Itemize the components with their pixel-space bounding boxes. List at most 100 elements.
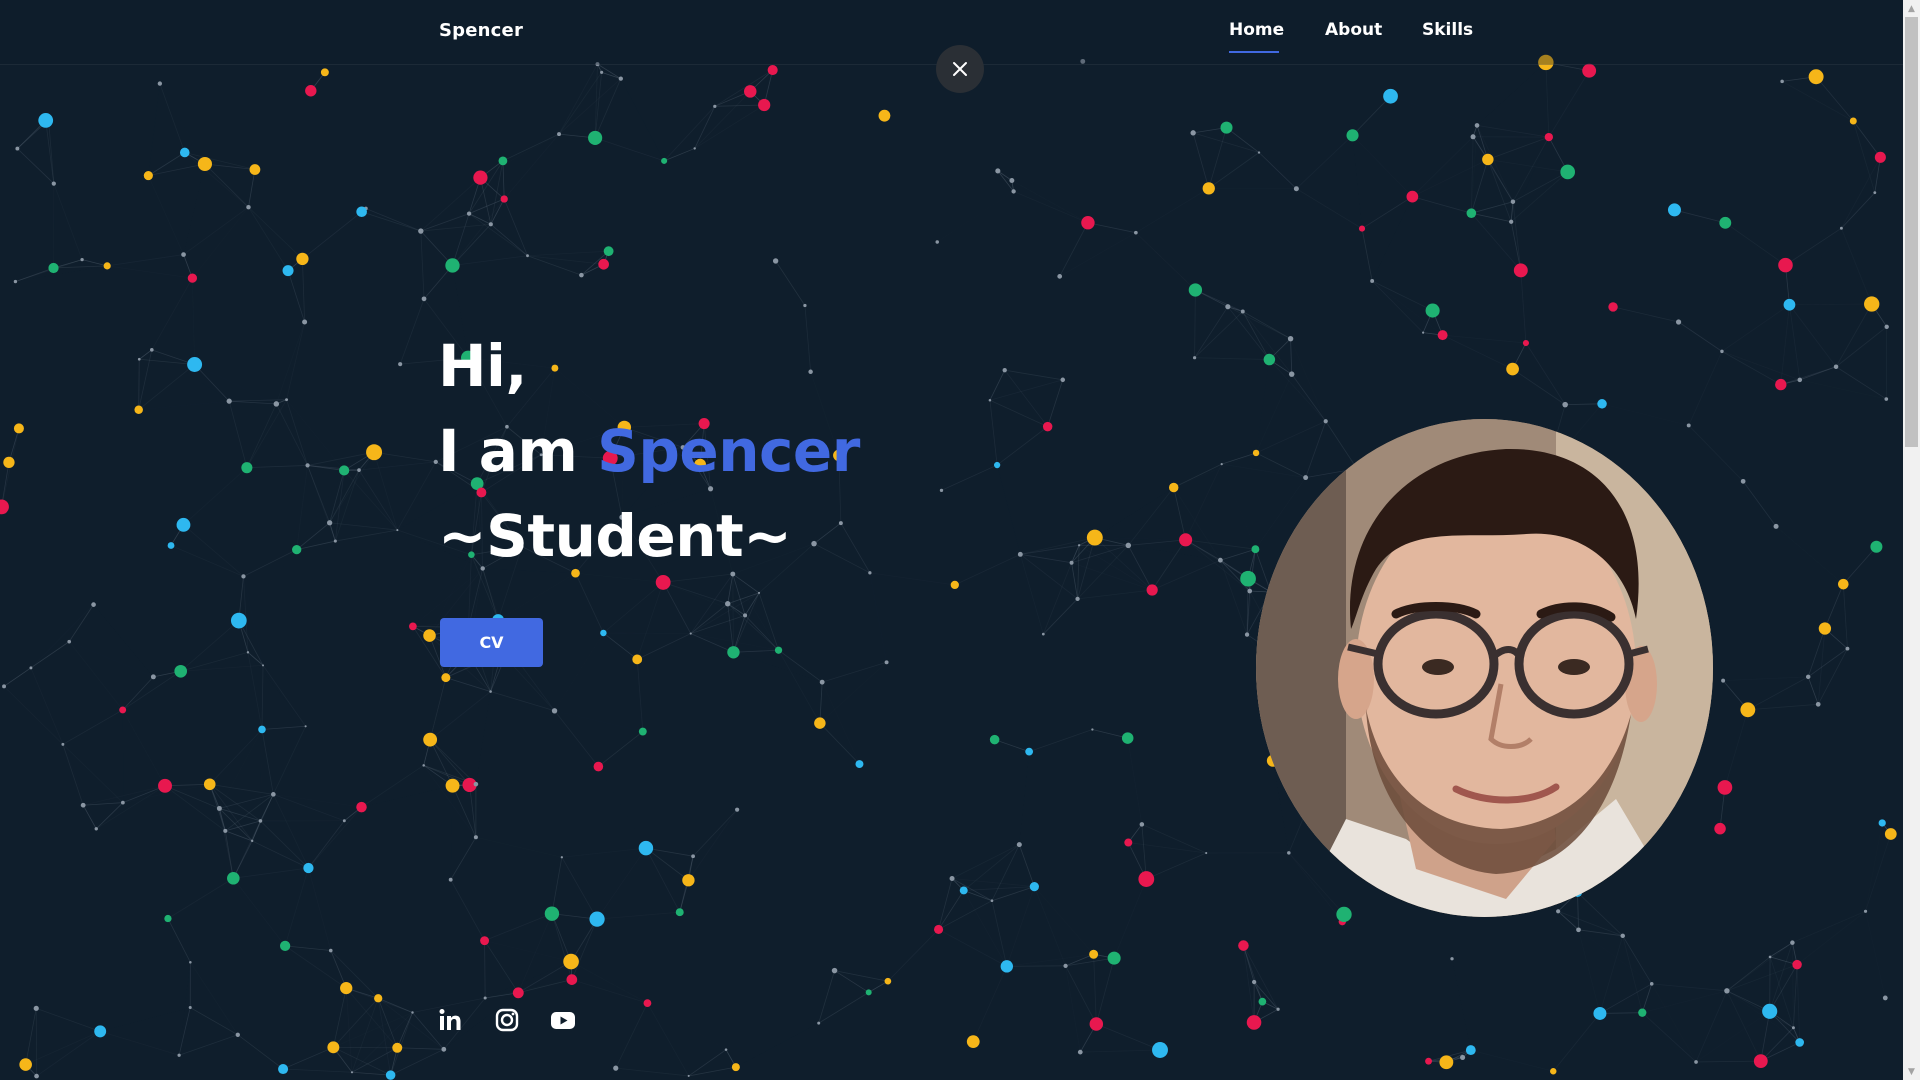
- particle-link: [476, 692, 491, 785]
- particle-dot: [103, 262, 111, 270]
- particle-link: [333, 1012, 413, 1048]
- particle-dot: [1041, 632, 1045, 636]
- particle-dot: [1783, 298, 1796, 311]
- particle-dot: [838, 521, 843, 526]
- particle-dot: [473, 170, 488, 185]
- particle-dot: [1550, 1067, 1557, 1075]
- particle-dot: [91, 602, 96, 607]
- particle-dot: [396, 529, 399, 532]
- particle-link: [31, 605, 94, 668]
- particle-link: [869, 929, 939, 992]
- nav-skills[interactable]: Skills: [1422, 20, 1473, 40]
- particle-link: [15, 259, 83, 282]
- particle-link: [452, 224, 492, 266]
- particle-link: [95, 802, 124, 830]
- particle-dot: [1276, 1007, 1280, 1011]
- particle-link: [3, 686, 64, 745]
- particle-link: [615, 1002, 648, 1069]
- particle-dot: [1582, 63, 1597, 78]
- particle-link: [62, 744, 84, 806]
- close-button[interactable]: [936, 45, 984, 93]
- particle-dot: [1838, 578, 1849, 590]
- particle-link: [480, 177, 492, 225]
- particle-dot: [2, 684, 6, 689]
- particle-dot: [1576, 927, 1581, 933]
- particle-dot: [1721, 678, 1726, 683]
- scrollbar-thumb[interactable]: [1905, 17, 1918, 447]
- instagram-icon[interactable]: [494, 1007, 520, 1033]
- particle-dot: [1797, 377, 1803, 383]
- page-scrollbar[interactable]: ▲ ▼: [1903, 0, 1920, 1080]
- particle-dot: [731, 1063, 740, 1072]
- particle-dot: [1138, 871, 1155, 887]
- particle-dot: [1740, 478, 1746, 484]
- particle-link: [1792, 942, 1794, 1028]
- particle-dot: [566, 974, 578, 985]
- particle-link: [1747, 703, 1819, 711]
- particle-link: [1412, 159, 1489, 197]
- particle-dot: [1139, 822, 1145, 827]
- particle-link: [30, 641, 70, 669]
- particle-dot: [34, 1073, 39, 1079]
- particle-link: [1724, 709, 1749, 788]
- particle-dot: [296, 252, 309, 266]
- particle-dot: [1884, 397, 1889, 401]
- nav-about[interactable]: About: [1325, 20, 1382, 40]
- particle-link: [100, 1030, 180, 1056]
- particle-dot: [1717, 780, 1733, 795]
- particle-link: [225, 831, 308, 868]
- particle-link: [1780, 304, 1790, 385]
- particle-dot: [320, 68, 329, 77]
- particle-link: [603, 633, 690, 634]
- particle-dot: [593, 761, 604, 772]
- particle-dot: [1000, 960, 1014, 973]
- brand-logo-text[interactable]: Spencer: [439, 20, 523, 41]
- particle-link: [1852, 120, 1881, 158]
- particle-dot: [1513, 263, 1528, 278]
- particle-link: [645, 847, 689, 881]
- particle-link: [69, 642, 153, 677]
- scroll-down-arrow-icon[interactable]: ▼: [1903, 1063, 1920, 1080]
- particle-dot: [1425, 303, 1440, 318]
- particle-link: [603, 582, 664, 634]
- particle-link: [1579, 930, 1652, 984]
- particle-link: [1066, 966, 1081, 1052]
- particle-dot: [483, 996, 487, 1000]
- particle-link: [1253, 981, 1279, 1010]
- linkedin-icon[interactable]: [438, 1007, 464, 1033]
- particle-dot: [1510, 199, 1516, 204]
- particle-link: [1545, 62, 1550, 138]
- cv-button[interactable]: CV: [440, 618, 543, 667]
- particle-dot: [157, 81, 163, 86]
- particle-link: [30, 667, 64, 745]
- particle-dot: [730, 571, 736, 577]
- particle-link: [714, 104, 765, 107]
- profile-photo-illustration: [1256, 419, 1713, 917]
- particle-dot: [1190, 130, 1196, 136]
- particle-link: [1835, 303, 1873, 367]
- particle-dot: [551, 364, 559, 372]
- scroll-up-arrow-icon[interactable]: ▲: [1903, 0, 1920, 17]
- particle-link: [518, 961, 572, 994]
- particle-dot: [1293, 186, 1299, 192]
- particle-dot: [0, 499, 9, 515]
- particle-dot: [603, 246, 614, 257]
- particle-link: [476, 837, 562, 857]
- particle-link: [1173, 487, 1187, 540]
- particle-dot: [1107, 951, 1121, 965]
- particle-dot: [1287, 851, 1291, 855]
- particle-link: [100, 1008, 190, 1032]
- particle-dot: [1225, 304, 1231, 310]
- particle-link: [819, 722, 860, 765]
- particle-dot: [249, 164, 261, 175]
- particle-link: [989, 379, 1063, 401]
- particle-dot: [305, 463, 310, 468]
- particle-dot: [1252, 979, 1257, 985]
- particle-dot: [1849, 117, 1857, 125]
- nav-home[interactable]: Home: [1229, 20, 1284, 40]
- youtube-icon[interactable]: [550, 1007, 576, 1033]
- particle-dot: [418, 228, 424, 234]
- particle-dot: [831, 967, 838, 974]
- particle-link: [246, 403, 277, 468]
- particle-dot: [1740, 702, 1756, 718]
